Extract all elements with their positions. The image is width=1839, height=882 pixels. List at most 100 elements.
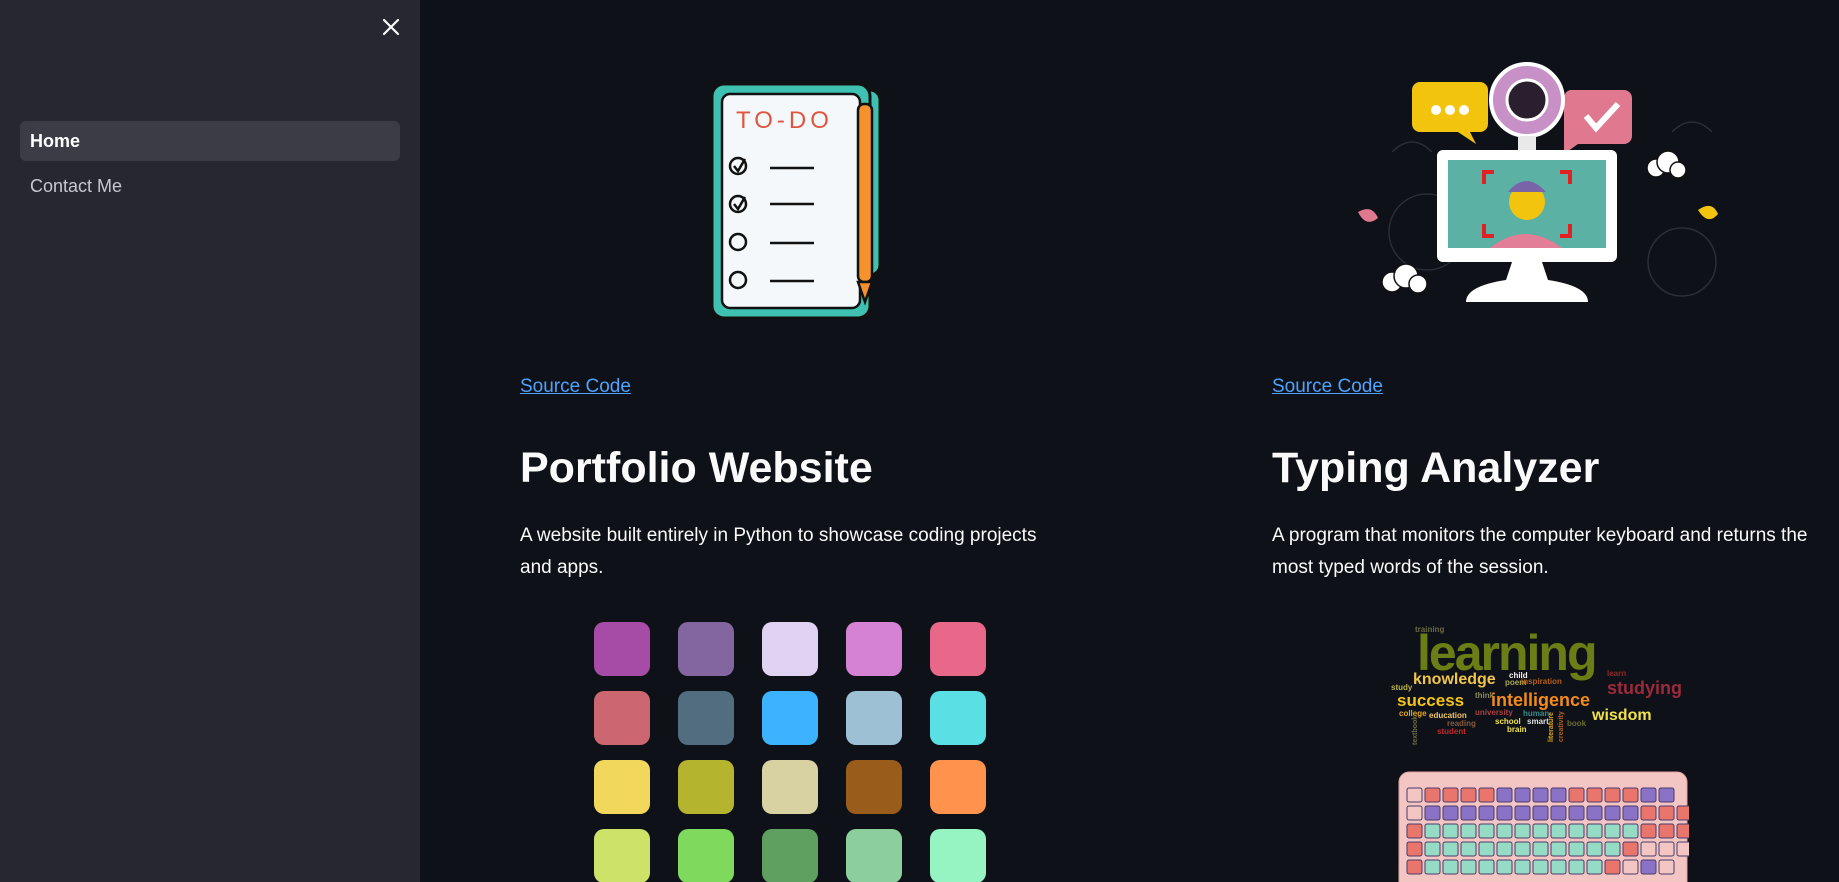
keyboard-key	[1514, 805, 1531, 821]
keyboard-key	[1478, 805, 1495, 821]
keyboard-key	[1478, 787, 1495, 803]
color-swatch	[846, 622, 902, 676]
source-code-link[interactable]: Source Code	[1272, 376, 1383, 398]
keyboard-key	[1460, 841, 1477, 857]
source-code-link[interactable]: Source Code	[520, 376, 631, 398]
keyboard-key	[1442, 859, 1459, 875]
todo-list-illustration: TO-DO	[520, 62, 1080, 332]
keyboard-key	[1460, 787, 1477, 803]
keyboard-key	[1442, 787, 1459, 803]
keyboard-key	[1532, 859, 1549, 875]
keyboard-key	[1442, 805, 1459, 821]
color-swatch	[930, 829, 986, 882]
color-swatch	[678, 622, 734, 676]
sidebar-item-contact-me[interactable]: Contact Me	[20, 166, 400, 206]
svg-text:learn: learn	[1607, 669, 1626, 678]
close-icon[interactable]	[378, 14, 404, 40]
color-swatch	[678, 760, 734, 814]
svg-text:creativity: creativity	[1558, 711, 1565, 742]
keyboard-key	[1532, 787, 1549, 803]
keyboard-key	[1640, 823, 1657, 839]
keyboard-key	[1676, 823, 1693, 839]
keyboard-key	[1568, 787, 1585, 803]
keyboard-key	[1604, 859, 1621, 875]
keyboard-key	[1658, 859, 1675, 875]
keyboard-key	[1424, 805, 1441, 821]
keyboard-key	[1622, 841, 1639, 857]
keyboard-key	[1406, 805, 1423, 821]
svg-text:student: student	[1437, 727, 1466, 736]
keyboard-key	[1406, 859, 1423, 875]
keyboard-key	[1514, 823, 1531, 839]
keyboard-key	[1622, 823, 1639, 839]
keyboard-key	[1658, 823, 1675, 839]
keyboard-key	[1550, 823, 1567, 839]
color-swatch	[762, 760, 818, 814]
keyboard-key	[1586, 805, 1603, 821]
keyboard-key	[1676, 805, 1693, 821]
keyboard-key	[1622, 787, 1639, 803]
keyboard-key	[1460, 823, 1477, 839]
webcam-monitor-illustration	[1272, 62, 1832, 332]
color-swatch	[594, 622, 650, 676]
main-content: TO-DO Source Code Portfolio Website A we…	[420, 0, 1839, 882]
color-swatch	[678, 691, 734, 745]
keyboard-key	[1604, 841, 1621, 857]
color-swatch	[846, 760, 902, 814]
sidebar-nav: Home Contact Me	[20, 121, 400, 211]
keyboard-key	[1622, 805, 1639, 821]
color-swatch	[594, 691, 650, 745]
svg-text:studying: studying	[1607, 678, 1682, 698]
project-card-typing-analyzer: Source Code Typing Analyzer A program th…	[1272, 0, 1832, 882]
keyboard-key	[1586, 841, 1603, 857]
keyboard-illustration	[1397, 770, 1693, 882]
keyboard-key	[1568, 841, 1585, 857]
svg-text:inspiration: inspiration	[1521, 677, 1562, 686]
color-swatch	[762, 829, 818, 882]
keyboard-key	[1604, 823, 1621, 839]
keyboard-key	[1424, 841, 1441, 857]
keyboard-key	[1424, 859, 1441, 875]
keyboard-key	[1406, 823, 1423, 839]
color-swatch	[846, 829, 902, 882]
keyboard-key	[1640, 859, 1657, 875]
svg-text:knowledge: knowledge	[1413, 671, 1496, 688]
color-swatch	[930, 760, 986, 814]
project-title: Typing Analyzer	[1272, 444, 1600, 492]
keyboard-key	[1442, 841, 1459, 857]
keyboard-key	[1640, 805, 1657, 821]
keyboard-key	[1550, 805, 1567, 821]
keyboard-key	[1586, 823, 1603, 839]
svg-text:literature: literature	[1548, 712, 1555, 742]
keyboard-key	[1532, 841, 1549, 857]
keyboard-key	[1586, 859, 1603, 875]
color-swatch	[594, 760, 650, 814]
sidebar: Home Contact Me	[0, 0, 420, 882]
svg-text:brain: brain	[1507, 725, 1527, 734]
keyboard-key	[1568, 859, 1585, 875]
keyboard-key	[1514, 859, 1531, 875]
keyboard-key	[1460, 805, 1477, 821]
color-swatch	[678, 829, 734, 882]
keyboard-key	[1604, 787, 1621, 803]
keyboard-key	[1676, 841, 1693, 857]
color-swatch	[930, 622, 986, 676]
keyboard-key	[1550, 859, 1567, 875]
keyboard-key	[1478, 841, 1495, 857]
sidebar-item-home[interactable]: Home	[20, 121, 400, 161]
keyboard-key	[1622, 859, 1639, 875]
keyboard-key	[1658, 787, 1675, 803]
keyboard-key	[1442, 823, 1459, 839]
color-swatch	[846, 691, 902, 745]
keyboard-key	[1532, 823, 1549, 839]
svg-text:success: success	[1397, 691, 1464, 710]
keyboard-key	[1496, 787, 1513, 803]
keyboard-key	[1478, 823, 1495, 839]
keyboard-key	[1568, 805, 1585, 821]
keyboard-key	[1658, 841, 1675, 857]
keyboard-key	[1496, 841, 1513, 857]
wordcloud-image: training learning knowledge child poem i…	[1387, 620, 1697, 755]
color-swatch	[930, 691, 986, 745]
svg-text:smart: smart	[1527, 717, 1549, 726]
keyboard-key	[1550, 841, 1567, 857]
